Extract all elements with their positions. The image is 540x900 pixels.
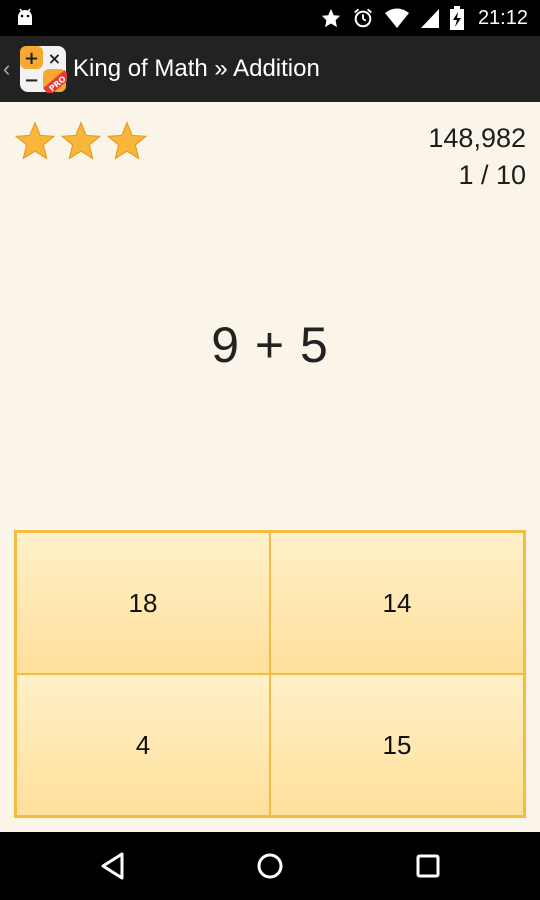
answer-grid: 18 14 4 15 <box>14 530 526 818</box>
answer-button[interactable]: 4 <box>16 674 270 816</box>
action-bar: ‹ + × − PRO King of Math » Addition <box>0 36 540 102</box>
status-time: 21:12 <box>477 6 528 29</box>
star-rating <box>14 120 148 162</box>
king-of-math-pro-icon[interactable]: + × − PRO <box>19 45 71 96</box>
status-bar: 21:12 <box>0 0 540 36</box>
answer-button[interactable]: 14 <box>270 532 524 674</box>
game-screen: 148,982 1 / 10 9 + 5 18 14 4 15 <box>0 102 540 832</box>
math-problem: 9 + 5 <box>211 317 329 373</box>
star-icon <box>14 120 56 162</box>
recents-icon[interactable] <box>410 848 446 884</box>
android-icon <box>14 7 36 29</box>
score-value: 148,982 <box>428 123 526 153</box>
answer-button[interactable]: 18 <box>16 532 270 674</box>
wifi-icon <box>384 7 410 29</box>
up-chevron-icon[interactable]: ‹ <box>3 56 19 82</box>
alarm-icon <box>352 7 374 29</box>
star-icon <box>106 120 148 162</box>
back-icon[interactable] <box>95 848 131 884</box>
star-icon <box>60 120 102 162</box>
svg-text:×: × <box>48 49 61 68</box>
screen-title: King of Math » Addition <box>73 55 320 82</box>
signal-icon <box>420 7 440 29</box>
navigation-bar <box>0 832 540 900</box>
battery-charging-icon <box>449 6 464 30</box>
home-icon[interactable] <box>252 848 288 884</box>
svg-text:−: − <box>24 70 39 91</box>
answer-button[interactable]: 15 <box>270 674 524 816</box>
svg-text:+: + <box>24 48 39 69</box>
star-icon <box>320 7 342 29</box>
score-panel: 148,982 1 / 10 <box>428 120 526 194</box>
question-progress: 1 / 10 <box>458 160 526 190</box>
